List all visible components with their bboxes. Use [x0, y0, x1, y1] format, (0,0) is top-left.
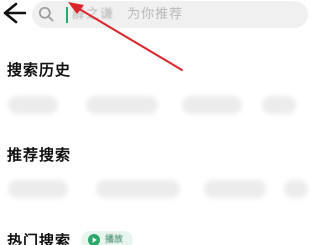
recommended-chip[interactable] [96, 180, 180, 198]
search-placeholder: 薛之谦 为你推荐 [72, 6, 183, 23]
recommended-search-title: 推荐搜索 [7, 146, 72, 164]
placeholder-suffix: 为你推荐 [127, 7, 184, 22]
hot-search-play-tag[interactable]: 播放 [81, 231, 133, 245]
text-cursor [66, 7, 68, 23]
search-history-title: 搜索历史 [7, 61, 72, 79]
hot-tag-label: 播放 [105, 235, 124, 245]
history-chip[interactable] [8, 96, 58, 114]
recommended-chip[interactable] [284, 180, 308, 198]
placeholder-song-name: 薛之谦 [72, 7, 115, 22]
search-input[interactable]: 薛之谦 为你推荐 [32, 1, 308, 28]
history-chip[interactable] [182, 96, 242, 114]
history-chip[interactable] [262, 96, 296, 114]
back-arrow-icon[interactable] [0, 0, 26, 26]
history-chip[interactable] [86, 96, 158, 114]
recommended-chip[interactable] [8, 180, 68, 198]
top-bar: 薛之谦 为你推荐 [0, 0, 308, 34]
play-icon [88, 234, 100, 245]
annotation-arrow [68, 2, 183, 71]
recommended-chip[interactable] [204, 180, 266, 198]
search-icon [38, 6, 54, 22]
hot-search-title: 热门搜索 [7, 232, 72, 245]
